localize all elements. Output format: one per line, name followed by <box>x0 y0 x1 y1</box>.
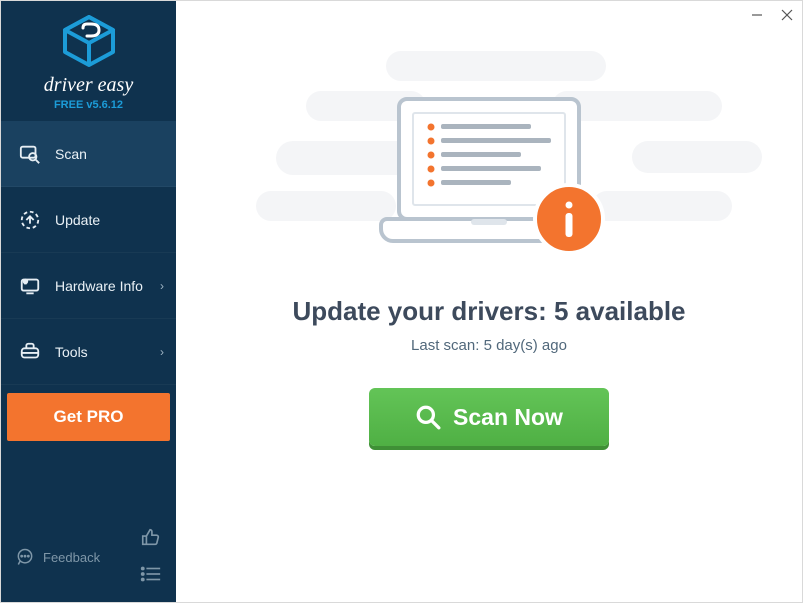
bottom-icons <box>140 526 162 588</box>
chevron-right-icon: › <box>160 279 164 293</box>
list-icon <box>140 565 162 583</box>
minimize-icon <box>751 9 763 21</box>
window-controls <box>742 1 802 29</box>
logo-area: driver easy FREE v5.6.12 <box>1 1 176 121</box>
app-logo-icon <box>59 15 119 67</box>
sidebar-item-update[interactable]: Update <box>1 187 176 253</box>
version-label: FREE v5.6.12 <box>1 99 176 111</box>
feedback-icon <box>15 547 35 567</box>
minimize-button[interactable] <box>742 1 772 29</box>
nav-label: Hardware Info <box>55 278 143 294</box>
laptop-illustration <box>359 89 619 274</box>
subline-text: Last scan: 5 day(s) ago <box>411 337 567 354</box>
hardware-info-icon: i <box>17 275 43 297</box>
get-pro-button[interactable]: Get PRO <box>7 393 170 441</box>
svg-text:i: i <box>25 279 26 284</box>
sidebar-nav: Scan Update <box>1 121 176 385</box>
brand-name: driver easy <box>1 74 176 97</box>
close-button[interactable] <box>772 1 802 29</box>
feedback-label: Feedback <box>43 550 100 565</box>
main-content: Update your drivers: 5 available Last sc… <box>176 1 802 602</box>
tools-icon <box>17 341 43 363</box>
nav-label: Update <box>55 212 100 228</box>
nav-label: Tools <box>55 344 88 360</box>
close-icon <box>781 9 793 21</box>
sidebar: driver easy FREE v5.6.12 Scan <box>1 1 176 602</box>
sidebar-item-scan[interactable]: Scan <box>1 121 176 187</box>
list-button[interactable] <box>140 565 162 588</box>
scan-now-button[interactable]: Scan Now <box>369 388 609 446</box>
sidebar-bottom: Feedback <box>1 516 176 602</box>
sidebar-item-tools[interactable]: Tools › <box>1 319 176 385</box>
nav-label: Scan <box>55 146 87 162</box>
app-window: driver easy FREE v5.6.12 Scan <box>0 0 803 603</box>
update-icon <box>17 209 43 231</box>
search-icon <box>415 404 441 430</box>
feedback-button[interactable]: Feedback <box>15 547 100 567</box>
thumbs-up-icon <box>140 526 162 548</box>
sidebar-item-hardware-info[interactable]: i Hardware Info › <box>1 253 176 319</box>
chevron-right-icon: › <box>160 345 164 359</box>
scan-button-label: Scan Now <box>453 404 563 431</box>
headline-text: Update your drivers: 5 available <box>292 296 685 327</box>
scan-icon <box>17 143 43 165</box>
thumbs-up-button[interactable] <box>140 526 162 553</box>
